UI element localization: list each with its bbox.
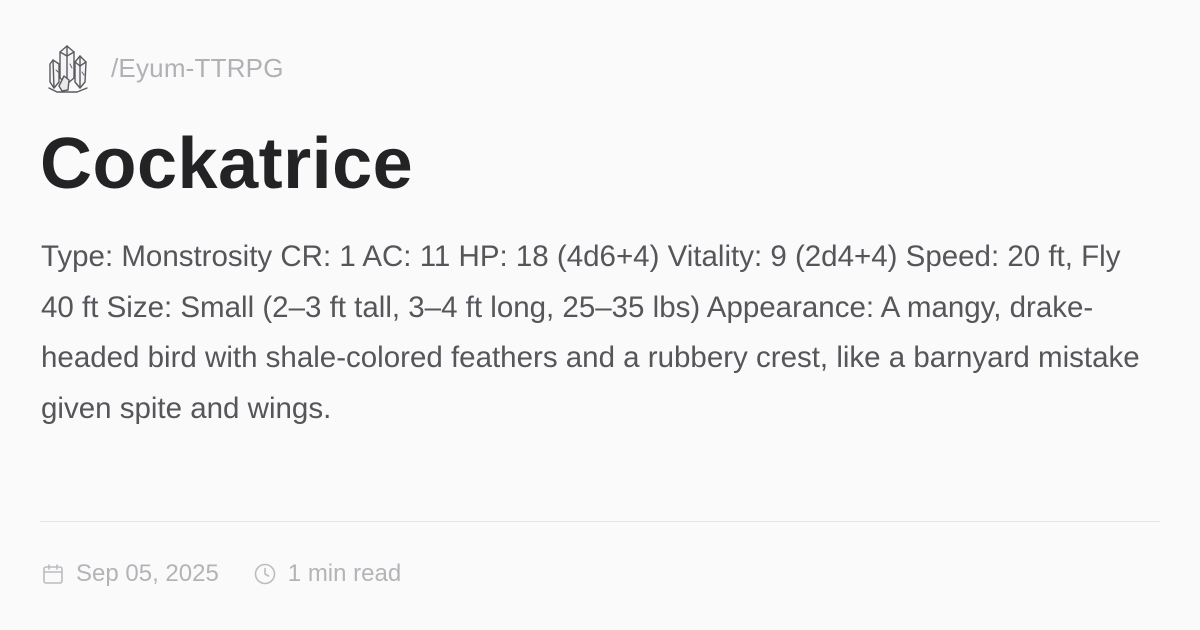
calendar-icon xyxy=(43,564,63,584)
post-meta: Sep 05, 2025 1 min read xyxy=(41,556,401,592)
site-header: /Eyum-TTRPG xyxy=(47,42,284,94)
divider xyxy=(40,521,1160,522)
crystal-cluster-icon[interactable] xyxy=(47,42,89,94)
post-date: Sep 05, 2025 xyxy=(41,560,219,588)
post-date-text: Sep 05, 2025 xyxy=(76,560,219,587)
read-time: 1 min read xyxy=(253,560,401,588)
site-path-link[interactable]: /Eyum-TTRPG xyxy=(111,53,284,84)
page-title: Cockatrice xyxy=(40,124,414,204)
read-time-text: 1 min read xyxy=(287,560,402,587)
clock-icon xyxy=(254,563,276,585)
post-description: Type: Monstrosity CR: 1 AC: 11 HP: 18 (4… xyxy=(41,240,1140,425)
